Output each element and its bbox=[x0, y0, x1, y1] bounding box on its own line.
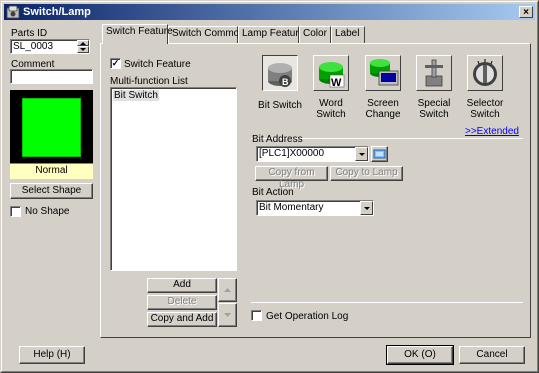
no-shape-label: No Shape bbox=[25, 206, 70, 217]
lamp-preview-square bbox=[22, 98, 81, 157]
tab-color[interactable]: Color bbox=[299, 26, 331, 43]
feature-caption-line: Special bbox=[417, 98, 451, 109]
switch-lamp-dialog: Switch/Lamp × Parts ID SL_0003 Comment N… bbox=[0, 0, 539, 373]
bit-action-combo[interactable]: Bit Momentary bbox=[256, 200, 374, 216]
ok-button[interactable]: OK (O) bbox=[386, 345, 454, 365]
parts-id-value: SL_0003 bbox=[13, 41, 54, 52]
feature-caption-line: Switch bbox=[470, 109, 500, 120]
tab-label: Color bbox=[303, 28, 327, 39]
feature-caption-line: Switch bbox=[316, 109, 346, 120]
state-label: Normal bbox=[10, 163, 93, 179]
bit-address-label: Bit Address bbox=[252, 134, 303, 145]
dropdown-arrow-icon[interactable] bbox=[360, 201, 373, 215]
tab-lamp-feature[interactable]: Lamp Feature bbox=[238, 26, 304, 43]
feature-caption-line: Change bbox=[365, 109, 401, 120]
screen-change-icon bbox=[370, 59, 399, 86]
tab-label-settings[interactable]: Label bbox=[331, 26, 365, 43]
copy-to-lamp-button[interactable]: Copy to Lamp bbox=[330, 166, 403, 181]
multi-function-list-label: Multi-function List bbox=[110, 76, 188, 87]
special-switch-icon bbox=[425, 59, 443, 87]
delete-button[interactable]: Delete bbox=[147, 295, 217, 310]
feature-caption-line: Bit Switch bbox=[258, 100, 302, 111]
extended-link[interactable]: >>Extended bbox=[465, 126, 519, 137]
comment-field[interactable] bbox=[10, 69, 93, 84]
get-operation-log-label: Get Operation Log bbox=[266, 311, 349, 322]
bit-address-value: [PLC1]X00000 bbox=[259, 148, 325, 159]
checkmark-icon: ✓ bbox=[111, 58, 120, 68]
multi-function-list[interactable]: Bit Switch bbox=[110, 87, 237, 271]
divider bbox=[251, 302, 523, 303]
screen-change-option[interactable] bbox=[365, 55, 401, 91]
copy-and-add-button[interactable]: Copy and Add bbox=[147, 312, 217, 327]
word-switch-option[interactable]: W bbox=[313, 55, 349, 91]
title-bar[interactable]: Switch/Lamp × bbox=[4, 4, 535, 20]
move-up-button[interactable] bbox=[218, 278, 237, 302]
special-switch-option[interactable] bbox=[416, 55, 452, 91]
bit-switch-icon: B bbox=[268, 63, 292, 87]
switch-lamp-icon bbox=[6, 5, 20, 19]
tab-switch-common[interactable]: Switch Common bbox=[168, 26, 245, 43]
svg-text:W: W bbox=[331, 77, 342, 89]
dialog-title: Switch/Lamp bbox=[23, 6, 91, 18]
shape-preview: Normal bbox=[10, 90, 93, 179]
switch-feature-panel: ✓ Switch Feature Multi-function List Bit… bbox=[100, 43, 531, 338]
bit-address-combo[interactable]: [PLC1]X00000 bbox=[256, 146, 369, 162]
svg-text:B: B bbox=[282, 77, 289, 87]
feature-caption-line: Switch bbox=[419, 109, 449, 120]
bit-action-value: Bit Momentary bbox=[259, 202, 324, 213]
parts-id-label: Parts ID bbox=[11, 28, 48, 39]
bit-action-label: Bit Action bbox=[252, 187, 294, 198]
add-button[interactable]: Add bbox=[147, 278, 217, 293]
selector-switch-option[interactable] bbox=[467, 55, 503, 91]
list-item[interactable]: Bit Switch bbox=[113, 90, 159, 101]
selector-switch-caption: Selector Switch bbox=[459, 98, 511, 120]
cancel-button[interactable]: Cancel bbox=[459, 346, 525, 364]
tab-label: Switch Common bbox=[172, 28, 245, 39]
word-switch-caption: Word Switch bbox=[305, 98, 357, 120]
special-switch-caption: Special Switch bbox=[408, 98, 460, 120]
move-down-button[interactable] bbox=[218, 303, 237, 327]
switch-feature-label: Switch Feature bbox=[124, 59, 191, 70]
get-operation-log-checkbox[interactable] bbox=[251, 310, 262, 321]
spin-arrows-icon bbox=[80, 42, 86, 51]
help-button[interactable]: Help (H) bbox=[19, 346, 85, 364]
tab-label: Lamp Feature bbox=[242, 28, 305, 39]
tab-switch-feature[interactable]: Switch Feature bbox=[102, 24, 173, 44]
parts-id-spinner[interactable] bbox=[77, 40, 89, 53]
feature-caption-line: Selector bbox=[466, 98, 504, 109]
dropdown-arrow-icon[interactable] bbox=[355, 147, 368, 161]
copy-from-lamp-button[interactable]: Copy from Lamp bbox=[255, 166, 328, 190]
feature-caption-line: Word bbox=[319, 98, 343, 109]
feature-caption-line: Screen bbox=[367, 98, 399, 109]
select-shape-button[interactable]: Select Shape bbox=[10, 183, 93, 199]
keypad-icon bbox=[373, 149, 386, 159]
tab-label: Label bbox=[335, 28, 360, 39]
close-button[interactable]: × bbox=[519, 6, 533, 18]
close-icon: × bbox=[523, 7, 529, 18]
arrow-down-icon bbox=[224, 313, 231, 317]
selector-switch-icon bbox=[473, 59, 497, 86]
switch-feature-checkbox[interactable]: ✓ bbox=[110, 58, 121, 69]
word-switch-icon: W bbox=[319, 62, 345, 89]
bit-switch-option[interactable]: B bbox=[262, 55, 298, 91]
no-shape-checkbox[interactable] bbox=[10, 206, 21, 217]
parts-id-field[interactable]: SL_0003 bbox=[10, 39, 90, 54]
screen-change-caption: Screen Change bbox=[357, 98, 409, 120]
bit-switch-caption: Bit Switch bbox=[254, 100, 306, 111]
address-keypad-button[interactable] bbox=[371, 146, 388, 162]
tab-label: Switch Feature bbox=[106, 26, 173, 37]
arrow-up-icon bbox=[224, 288, 231, 292]
